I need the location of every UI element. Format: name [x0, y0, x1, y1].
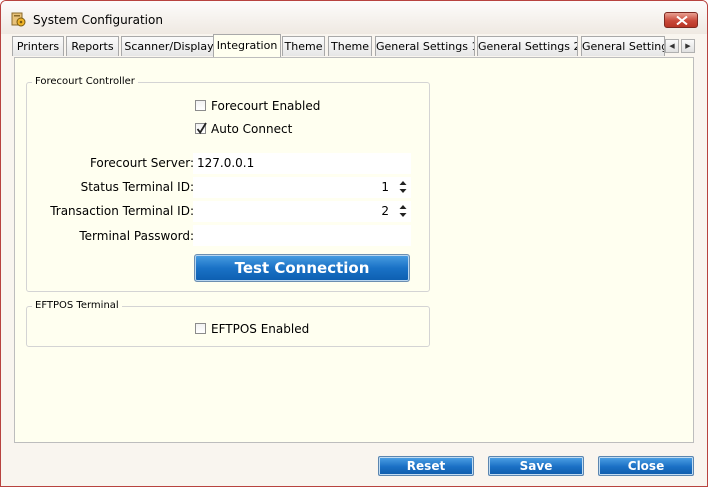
tab-scroll-right-icon[interactable]: ▶ [681, 39, 695, 53]
transaction-terminal-id-label: Transaction Terminal ID: [50, 204, 194, 218]
auto-connect-label: Auto Connect [211, 122, 293, 136]
tab-scanner-display[interactable]: Scanner/Display [121, 36, 217, 56]
terminal-password-label: Terminal Password: [79, 229, 194, 243]
tab-reports[interactable]: Reports [66, 36, 119, 56]
close-button[interactable]: Close [598, 456, 694, 476]
settings-tabstrip: Printers Reports Scanner/Display Integra… [12, 34, 702, 57]
status-terminal-id-label: Status Terminal ID: [80, 180, 194, 194]
tab-general-settings-2[interactable]: General Settings 2 [477, 36, 578, 56]
system-configuration-window: System Configuration Printers Reports Sc… [0, 0, 708, 487]
close-icon [676, 16, 688, 25]
save-button[interactable]: Save [488, 456, 584, 476]
reset-button[interactable]: Reset [378, 456, 474, 476]
forecourt-server-value: 127.0.0.1 [197, 156, 255, 170]
title-bar[interactable]: System Configuration [1, 1, 707, 34]
spinner-arrows-icon[interactable] [399, 203, 407, 219]
window-close-button[interactable] [664, 12, 698, 28]
tab-scroll-left-icon[interactable]: ◀ [665, 39, 679, 53]
terminal-password-input[interactable] [193, 225, 411, 246]
checkbox-unchecked-icon[interactable] [195, 100, 206, 111]
transaction-terminal-id-spinner[interactable]: 2 [193, 201, 411, 222]
transaction-terminal-id-value: 2 [381, 204, 389, 218]
integration-panel: Forecourt Controller Forecourt Enabled A… [14, 57, 694, 443]
tab-general-settings-3[interactable]: General Settings [581, 36, 665, 56]
window-title: System Configuration [33, 13, 163, 27]
checkbox-checked-icon[interactable] [195, 122, 207, 135]
forecourt-server-input[interactable]: 127.0.0.1 [193, 153, 411, 174]
forecourt-enabled-label: Forecourt Enabled [211, 99, 321, 113]
tab-general-settings-1[interactable]: General Settings 1 [375, 36, 475, 56]
forecourt-server-label: Forecourt Server: [89, 156, 194, 170]
eftpos-enabled-label: EFTPOS Enabled [211, 322, 310, 336]
forecourt-group-title: Forecourt Controller [32, 75, 138, 89]
eftpos-group-title: EFTPOS Terminal [32, 299, 122, 313]
status-terminal-id-value: 1 [381, 180, 389, 194]
tab-theme-2[interactable]: Theme [328, 36, 372, 56]
eftpos-terminal-group: EFTPOS Terminal EFTPOS Enabled [26, 299, 430, 347]
test-connection-button[interactable]: Test Connection [194, 254, 410, 282]
status-terminal-id-spinner[interactable]: 1 [193, 177, 411, 198]
app-icon [11, 11, 27, 27]
tab-integration[interactable]: Integration [213, 34, 281, 57]
checkbox-unchecked-icon[interactable] [195, 323, 206, 334]
tab-theme[interactable]: Theme [282, 36, 325, 56]
tab-printers[interactable]: Printers [12, 36, 64, 56]
spinner-arrows-icon[interactable] [399, 179, 407, 195]
